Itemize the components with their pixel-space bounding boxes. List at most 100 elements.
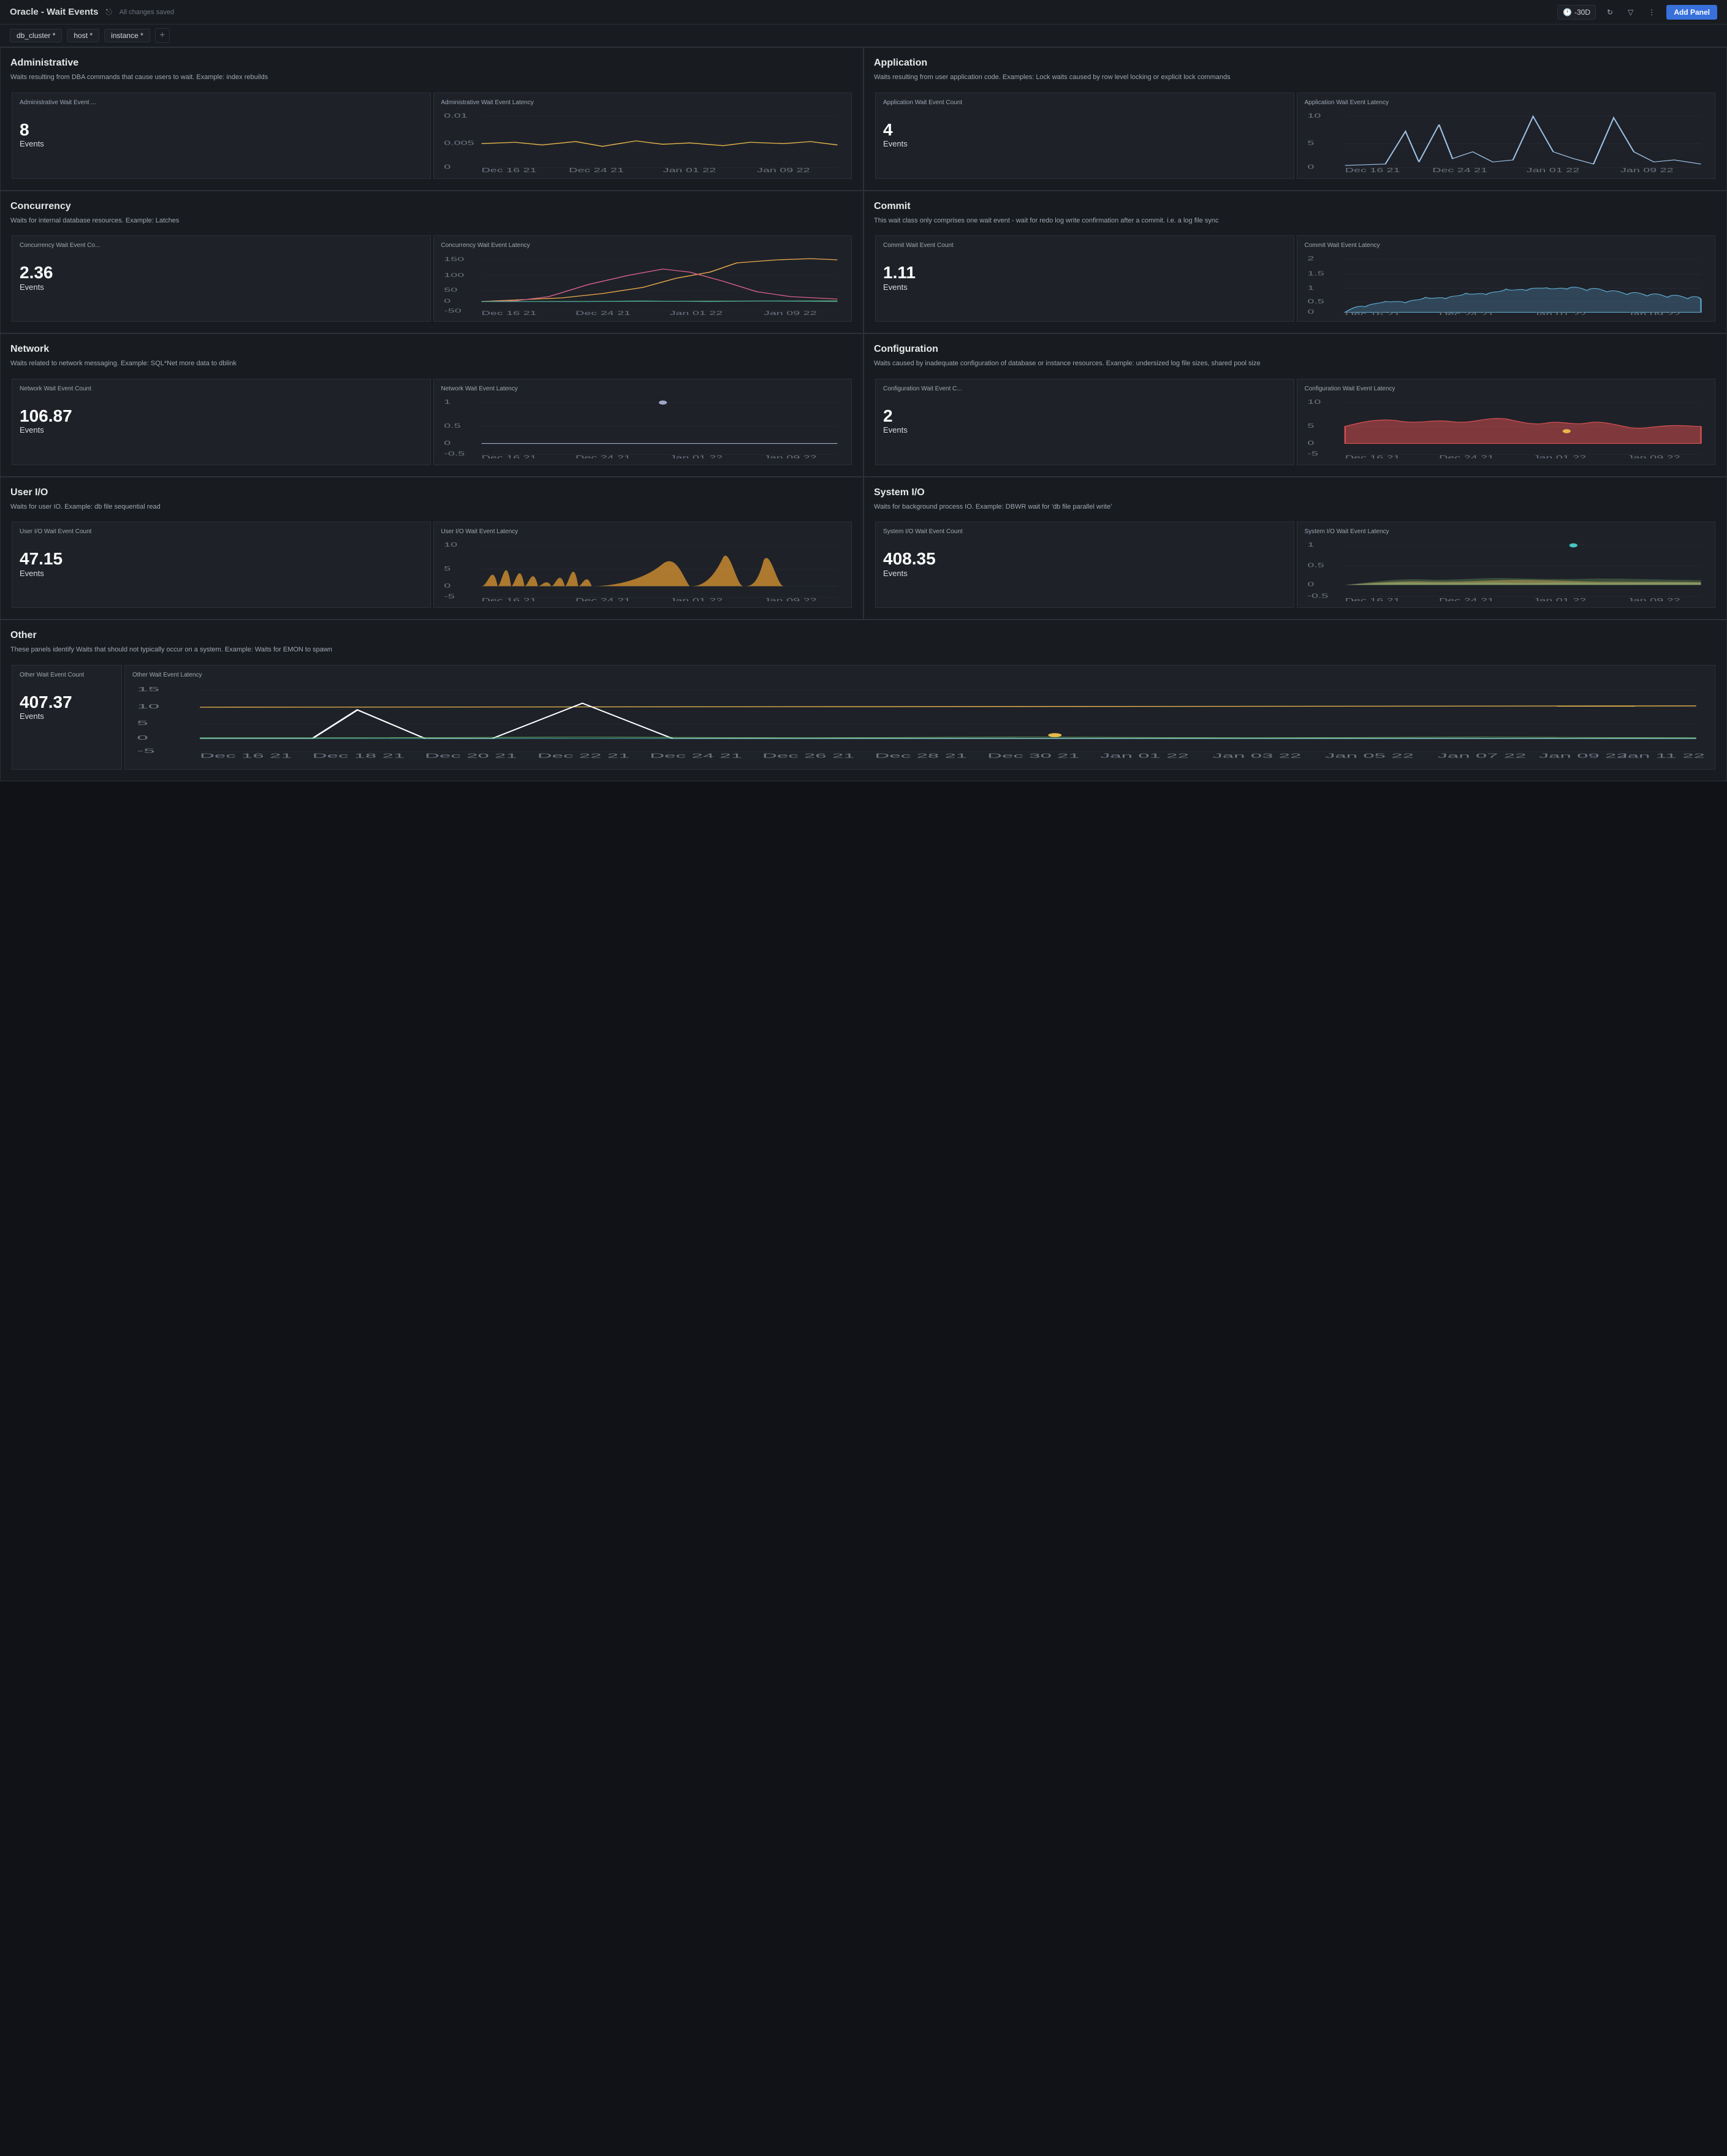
- clock-icon: 🕐: [1563, 8, 1572, 17]
- svg-text:5: 5: [1307, 422, 1314, 429]
- network-latency-chart: 1 0.5 0 -0.5 Dec 16 21 Dec 24 21 Jan: [441, 397, 845, 458]
- network-count-unit: Events: [20, 425, 44, 435]
- svg-text:5: 5: [1307, 140, 1314, 146]
- svg-text:Dec 22 21: Dec 22 21: [537, 752, 630, 759]
- svg-text:Dec 24 21: Dec 24 21: [650, 752, 742, 759]
- other-count-value: 407.37: [20, 693, 72, 712]
- svg-text:0.01: 0.01: [444, 112, 467, 119]
- svg-text:0.5: 0.5: [444, 422, 461, 429]
- commit-count-unit: Events: [883, 283, 908, 292]
- network-title: Network: [10, 344, 853, 355]
- user-io-title: User I/O: [10, 487, 853, 498]
- svg-text:Dec 20 21: Dec 20 21: [425, 752, 517, 759]
- filter-row: db_cluster * host * instance * +: [0, 25, 1727, 47]
- svg-text:Jan 03 22: Jan 03 22: [1212, 752, 1301, 759]
- commit-count-title: Commit Wait Event Count: [883, 242, 1286, 249]
- svg-text:Dec 30 21: Dec 30 21: [987, 752, 1080, 759]
- network-metrics: Network Wait Event Count 106.87 Events N…: [10, 378, 853, 466]
- svg-text:0: 0: [444, 439, 450, 446]
- svg-text:Dec 16 21: Dec 16 21: [1345, 454, 1400, 458]
- concurrency-count-unit: Events: [20, 283, 44, 292]
- time-range-picker[interactable]: 🕐 -30D: [1557, 5, 1596, 20]
- system-io-count-value: 408.35: [883, 550, 936, 569]
- user-io-count-card: User I/O Wait Event Count 47.15 Events: [12, 522, 431, 608]
- share-icon[interactable]: ⎋: [106, 7, 112, 17]
- commit-section: Commit This wait class only comprises on…: [864, 191, 1727, 334]
- filter-button[interactable]: ▽: [1624, 6, 1637, 19]
- svg-text:-5: -5: [137, 748, 154, 754]
- more-button[interactable]: ⋮: [1644, 6, 1659, 19]
- user-io-count-unit: Events: [20, 569, 44, 578]
- concurrency-title: Concurrency: [10, 201, 853, 212]
- system-io-count-title: System I/O Wait Event Count: [883, 528, 1286, 535]
- svg-text:15: 15: [137, 686, 159, 693]
- other-title: Other: [10, 630, 1717, 641]
- svg-text:Dec 16 21: Dec 16 21: [481, 454, 536, 458]
- app-count-unit: Events: [883, 139, 908, 148]
- concurrency-desc: Waits for internal database resources. E…: [10, 216, 853, 226]
- svg-text:Jan 01 22: Jan 01 22: [669, 310, 723, 315]
- svg-text:0.5: 0.5: [1307, 562, 1324, 569]
- svg-text:Dec 24 21: Dec 24 21: [1439, 598, 1494, 601]
- svg-text:0: 0: [137, 734, 148, 741]
- svg-text:Jan 09 22: Jan 09 22: [1627, 598, 1680, 601]
- administrative-desc: Waits resulting from DBA commands that c…: [10, 72, 853, 83]
- admin-latency-title: Administrative Wait Event Latency: [441, 99, 845, 106]
- svg-text:-0.5: -0.5: [1307, 593, 1328, 599]
- add-panel-button[interactable]: Add Panel: [1666, 5, 1717, 20]
- svg-text:Dec 24 21: Dec 24 21: [575, 598, 631, 601]
- refresh-button[interactable]: ↻: [1603, 6, 1617, 19]
- app-header: Oracle - Wait Events ⎋ All changes saved…: [0, 0, 1727, 25]
- commit-latency-card: Commit Wait Event Latency 2 1.5 1 0.5 0: [1297, 235, 1716, 322]
- filter-db-cluster[interactable]: db_cluster *: [10, 29, 62, 42]
- configuration-desc: Waits caused by inadequate configuration…: [874, 359, 1717, 369]
- admin-latency-chart: 0.01 0.005 0 Dec 16 21 Dec 24 21 Jan 01 …: [441, 111, 845, 172]
- filter-add-button[interactable]: +: [155, 28, 170, 43]
- concurrency-section: Concurrency Waits for internal database …: [0, 191, 864, 334]
- other-section: Other These panels identify Waits that s…: [0, 620, 1727, 781]
- svg-text:Jan 01 22: Jan 01 22: [1533, 454, 1586, 458]
- svg-text:1.5: 1.5: [1307, 270, 1324, 277]
- network-count-value: 106.87: [20, 407, 72, 426]
- svg-text:Dec 28 21: Dec 28 21: [875, 752, 968, 759]
- svg-text:Jan 11 22: Jan 11 22: [1617, 752, 1705, 759]
- system-io-latency-title: System I/O Wait Event Latency: [1305, 528, 1708, 535]
- svg-text:Jan 01 22: Jan 01 22: [669, 598, 723, 601]
- filter-instance[interactable]: instance *: [104, 29, 150, 42]
- svg-text:Jan 07 22: Jan 07 22: [1437, 752, 1526, 759]
- svg-text:Dec 24 21: Dec 24 21: [569, 167, 624, 172]
- svg-text:Dec 16 21: Dec 16 21: [200, 752, 292, 759]
- system-io-desc: Waits for background process IO. Example…: [874, 502, 1717, 512]
- system-io-count-card: System I/O Wait Event Count 408.35 Event…: [875, 522, 1294, 608]
- svg-text:Jan 09 22: Jan 09 22: [764, 310, 817, 315]
- svg-text:Jan 05 22: Jan 05 22: [1325, 752, 1414, 759]
- svg-text:Jan 01 22: Jan 01 22: [662, 167, 716, 172]
- svg-text:Jan 09 22: Jan 09 22: [757, 167, 810, 172]
- svg-text:Jan 01 22: Jan 01 22: [1100, 752, 1189, 759]
- svg-text:Jan 01 22: Jan 01 22: [669, 454, 723, 458]
- concurrency-latency-chart: 150 100 50 0 -50: [441, 254, 845, 315]
- application-desc: Waits resulting from user application co…: [874, 72, 1717, 83]
- svg-text:10: 10: [1307, 112, 1321, 119]
- commit-latency-title: Commit Wait Event Latency: [1305, 242, 1708, 249]
- filter-host[interactable]: host *: [67, 29, 99, 42]
- svg-text:0: 0: [1307, 164, 1314, 170]
- other-metrics: Other Wait Event Count 407.37 Events Oth…: [10, 664, 1717, 771]
- svg-text:0: 0: [444, 164, 450, 170]
- commit-count-card: Commit Wait Event Count 1.11 Events: [875, 235, 1294, 322]
- user-io-section: User I/O Waits for user IO. Example: db …: [0, 477, 864, 620]
- user-io-latency-chart: 10 5 0 -5 Dec 16 21 Dec 24 21 Jan 01 22: [441, 540, 845, 601]
- svg-text:-5: -5: [1307, 450, 1318, 457]
- configuration-metrics: Configuration Wait Event C... 2 Events C…: [874, 378, 1717, 466]
- config-count-value: 2: [883, 407, 893, 426]
- app-count-value: 4: [883, 121, 893, 140]
- svg-text:Jan 01 22: Jan 01 22: [1533, 311, 1586, 315]
- system-io-latency-chart: 1 0.5 0 -0.5 Dec 16 21: [1305, 540, 1708, 601]
- svg-text:Dec 16 21: Dec 16 21: [1345, 598, 1400, 601]
- system-io-latency-card: System I/O Wait Event Latency 1 0.5 0 -0…: [1297, 522, 1716, 608]
- configuration-title: Configuration: [874, 344, 1717, 355]
- svg-text:Dec 24 21: Dec 24 21: [1439, 311, 1494, 315]
- svg-text:-50: -50: [444, 308, 461, 314]
- commit-count-value: 1.11: [883, 264, 916, 283]
- system-io-title: System I/O: [874, 487, 1717, 498]
